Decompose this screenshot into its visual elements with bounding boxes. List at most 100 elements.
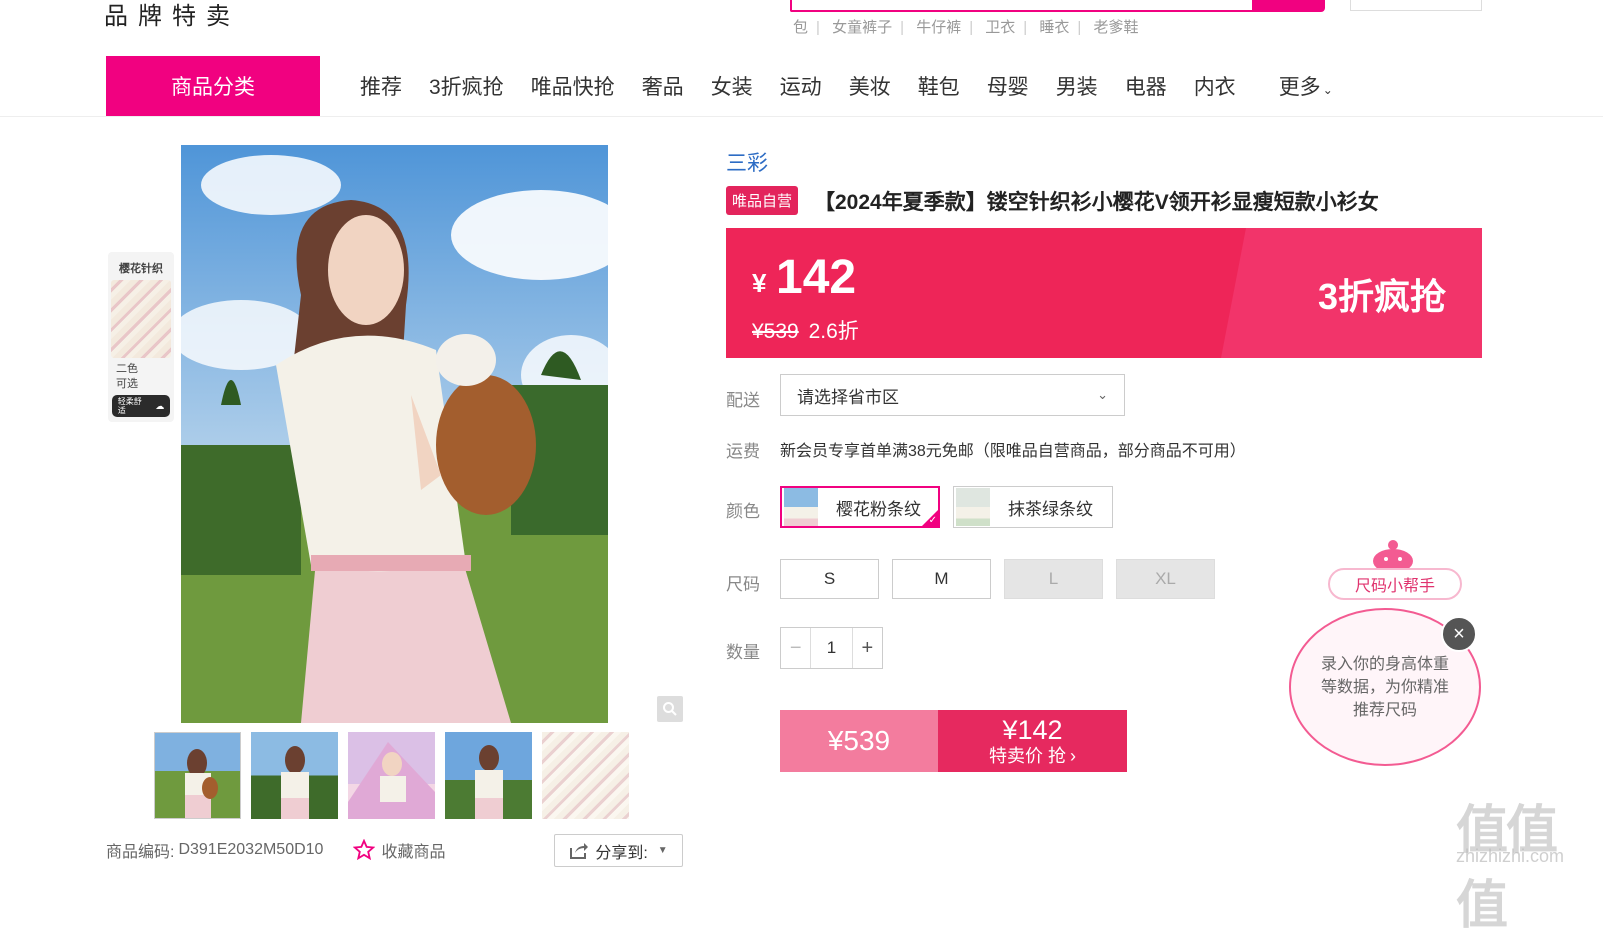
product-code-bar: 商品编码: D391E2032M50D10 收藏商品 bbox=[106, 838, 445, 862]
thumbnail-strip bbox=[154, 732, 639, 819]
hot-word-link[interactable]: 睡衣 bbox=[1039, 19, 1069, 36]
thumbnail[interactable] bbox=[348, 732, 435, 819]
nav-item-shoes-bags[interactable]: 鞋包 bbox=[918, 71, 960, 101]
product-main-image[interactable] bbox=[181, 145, 608, 723]
shipping-label: 运费 bbox=[726, 442, 760, 461]
thumbnail[interactable] bbox=[445, 732, 532, 819]
mascot-icon bbox=[1373, 540, 1413, 571]
quantity-increase-button[interactable]: + bbox=[851, 628, 882, 668]
header-right-button[interactable] bbox=[1350, 0, 1482, 11]
search-input[interactable] bbox=[790, 0, 1256, 12]
product-code-value: D391E2032M50D10 bbox=[178, 841, 324, 858]
thumbnail-image bbox=[185, 749, 218, 818]
nav-more[interactable]: 更多 ⌄ bbox=[1279, 71, 1333, 101]
nav-item-beauty[interactable]: 美妆 bbox=[849, 71, 891, 101]
nav-items: 推荐 3折疯抢 唯品快抢 奢品 女装 运动 美妆 鞋包 母婴 男装 电器 内衣 … bbox=[360, 56, 1360, 116]
color-swatch-image bbox=[784, 488, 818, 526]
favorite-label: 收藏商品 bbox=[381, 844, 446, 861]
share-button[interactable]: 分享到: ▼ bbox=[554, 834, 683, 867]
hot-word-link[interactable]: 牛仔裤 bbox=[916, 19, 961, 36]
color-option-label: 抹茶绿条纹 bbox=[1008, 499, 1093, 519]
tag-card-line2: 可选 bbox=[116, 378, 138, 390]
color-label: 颜色 bbox=[726, 502, 760, 521]
thumbnail[interactable] bbox=[542, 732, 629, 819]
hot-word-link[interactable]: 老爹鞋 bbox=[1093, 19, 1138, 36]
size-helper-button[interactable]: 尺码小帮手 bbox=[1328, 568, 1462, 600]
quantity-stepper: − 1 + bbox=[780, 627, 883, 669]
buy-special-price-area: ¥142 特卖价 抢 › bbox=[938, 710, 1127, 772]
nav-item-baby[interactable]: 母婴 bbox=[987, 71, 1029, 101]
product-photo bbox=[181, 145, 608, 723]
size-option-m[interactable]: M bbox=[892, 559, 991, 599]
feature-tag-card: 樱花针织 二色 可选 轻柔舒适 ☁ bbox=[108, 252, 174, 422]
zoom-icon[interactable] bbox=[657, 696, 683, 722]
discount-rate: 2.6折 bbox=[808, 320, 859, 343]
quantity-input[interactable]: 1 bbox=[811, 628, 851, 668]
magnifier-icon bbox=[663, 702, 677, 716]
watermark-url: zhizhizhi.com bbox=[1456, 846, 1565, 866]
buy-now-button[interactable]: ¥539 ¥142 特卖价 抢 › bbox=[780, 710, 1127, 772]
hot-word-link[interactable]: 女童裤子 bbox=[832, 19, 892, 36]
price-currency: ¥ bbox=[752, 268, 767, 298]
region-select[interactable]: 请选择省市区 ⌄ bbox=[780, 374, 1125, 416]
thumbnail[interactable] bbox=[251, 732, 338, 819]
buy-special-price: ¥142 bbox=[1002, 715, 1063, 745]
nav-item-sports[interactable]: 运动 bbox=[780, 71, 822, 101]
caret-down-icon: ▼ bbox=[657, 845, 668, 856]
chevron-down-icon: ⌄ bbox=[1097, 387, 1108, 402]
product-code-label: 商品编码: bbox=[106, 844, 175, 861]
size-label: 尺码 bbox=[726, 575, 760, 594]
self-operated-badge: 唯品自营 bbox=[726, 186, 799, 215]
tag-card-line1: 二色 bbox=[116, 363, 138, 375]
size-option-s[interactable]: S bbox=[780, 559, 879, 599]
hot-word-link[interactable]: 包 bbox=[793, 19, 808, 36]
quantity-label: 数量 bbox=[726, 643, 760, 662]
chevron-down-icon: ⌄ bbox=[1322, 83, 1333, 97]
buy-action-row: 特卖价 抢 › bbox=[989, 745, 1076, 767]
thumbnail-image bbox=[281, 746, 309, 819]
thumbnail[interactable] bbox=[154, 732, 241, 819]
feather-icon: ☁ bbox=[155, 400, 165, 411]
tag-card-badge: 轻柔舒适 ☁ bbox=[112, 395, 170, 417]
buy-original-price: ¥539 bbox=[780, 710, 938, 772]
quantity-decrease-button[interactable]: − bbox=[781, 628, 812, 668]
size-helper-message: 录入你的身高体重等数据，为你精准推荐尺码 bbox=[1320, 655, 1449, 719]
nav-item-quick-grab[interactable]: 唯品快抢 bbox=[531, 71, 615, 101]
nav-item-underwear[interactable]: 内衣 bbox=[1194, 71, 1236, 101]
promo-label: 3折疯抢 bbox=[1318, 276, 1447, 317]
hot-words: 包 | 女童裤子 | 牛仔裤 | 卫衣 | 睡衣 | 老爹鞋 bbox=[793, 19, 1139, 36]
sale-price: 142 bbox=[776, 251, 857, 304]
category-menu-button[interactable]: 商品分类 bbox=[106, 56, 320, 116]
nav-item-recommend[interactable]: 推荐 bbox=[360, 71, 402, 101]
hot-word-link[interactable]: 卫衣 bbox=[985, 19, 1015, 36]
brand-slogan: 品牌特卖 bbox=[104, 3, 240, 30]
color-option[interactable]: 抹茶绿条纹 bbox=[953, 486, 1113, 528]
check-icon: ✓ bbox=[928, 515, 937, 526]
nav-item-luxury[interactable]: 奢品 bbox=[642, 71, 684, 101]
nav-item-mens[interactable]: 男装 bbox=[1056, 71, 1098, 101]
buy-action-label: 特卖价 抢 bbox=[988, 746, 1066, 766]
brand-link[interactable]: 三彩 bbox=[726, 147, 768, 177]
close-icon[interactable]: × bbox=[1441, 616, 1477, 652]
color-option[interactable]: 樱花粉条纹 ✓ bbox=[780, 486, 940, 528]
nav-more-label: 更多 bbox=[1278, 76, 1321, 99]
size-option-l: L bbox=[1004, 559, 1103, 599]
tag-card-title: 樱花针织 bbox=[119, 263, 163, 275]
thumbnail-image bbox=[475, 745, 503, 819]
share-icon bbox=[570, 842, 589, 859]
original-price: ¥539 bbox=[752, 320, 799, 343]
product-title: 【2024年夏季款】镂空针织衫小樱花V领开衫显瘦短款小衫女 bbox=[814, 191, 1379, 214]
shipping-text: 新会员专享首单满38元免邮（限唯品自营商品，部分商品不可用） bbox=[780, 443, 1246, 460]
nav-item-flash-sale[interactable]: 3折疯抢 bbox=[429, 71, 504, 101]
color-swatch-image bbox=[956, 488, 990, 526]
nav-item-womens[interactable]: 女装 bbox=[711, 71, 753, 101]
search-button[interactable] bbox=[1252, 0, 1325, 12]
favorite-button[interactable]: 收藏商品 bbox=[353, 838, 445, 862]
star-icon bbox=[353, 839, 376, 861]
nav-item-electronics[interactable]: 电器 bbox=[1125, 71, 1167, 101]
chevron-right-icon: › bbox=[1070, 746, 1076, 766]
color-option-label: 樱花粉条纹 bbox=[836, 499, 921, 519]
region-select-value: 请选择省市区 bbox=[797, 387, 899, 407]
size-option-xl: XL bbox=[1116, 559, 1215, 599]
original-price-row: ¥539 2.6折 bbox=[752, 315, 859, 345]
